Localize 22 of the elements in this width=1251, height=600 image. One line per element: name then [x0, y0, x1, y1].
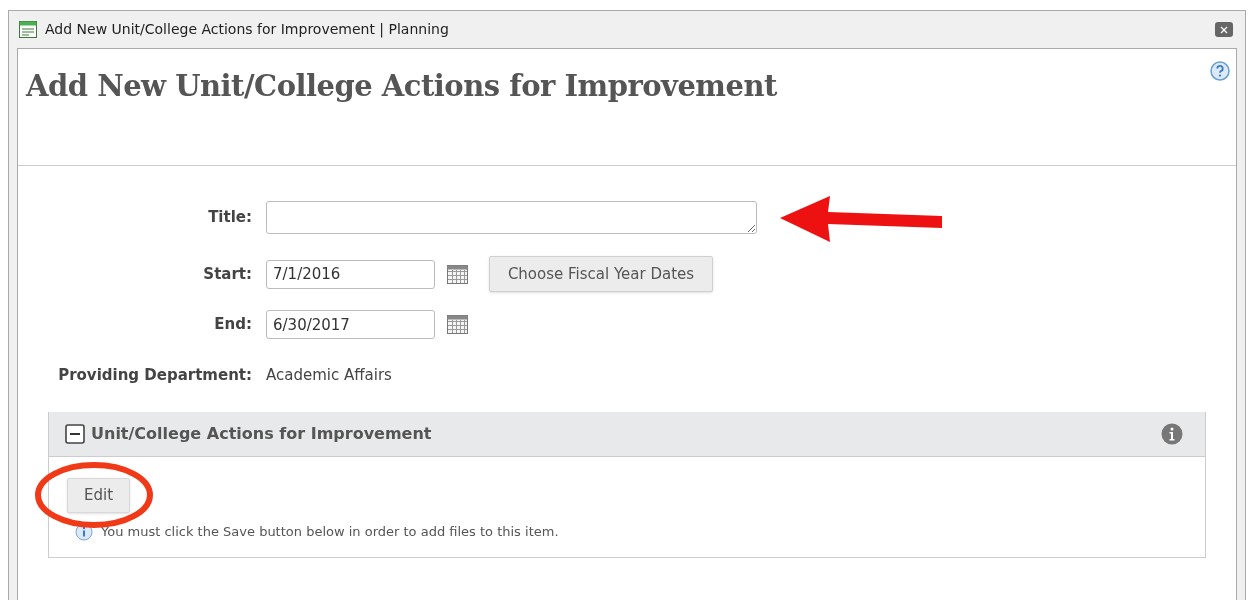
calendar-icon[interactable]: [447, 264, 468, 284]
edit-button[interactable]: Edit: [67, 478, 130, 513]
field-label: Title:: [207, 207, 253, 229]
field-label: End:: [213, 314, 253, 336]
help-icon[interactable]: [1210, 61, 1230, 81]
fiscal-year-button[interactable]: Choose Fiscal Year Dates: [489, 256, 713, 292]
window-icon: [19, 21, 37, 38]
field-label: Start:: [202, 263, 253, 285]
close-button[interactable]: [1215, 22, 1233, 37]
start-date-field[interactable]: 7/1/2016: [266, 259, 435, 289]
department-value: Academic Affairs: [266, 364, 392, 386]
title-field[interactable]: [266, 201, 757, 234]
collapse-icon[interactable]: [65, 424, 85, 444]
save-note: You must click the Save button below in order to add files to this item.: [101, 523, 559, 541]
field-label: Providing Department:: [57, 364, 253, 386]
section-title: Unit/College Actions for Improvement: [91, 423, 432, 445]
close-icon: [1220, 25, 1228, 34]
calendar-icon[interactable]: [447, 315, 468, 334]
end-date-field[interactable]: 6/30/2017: [266, 310, 435, 339]
info-icon[interactable]: [1161, 423, 1183, 445]
page-heading: Add New Unit/College Actions for Improvement: [26, 68, 777, 105]
window-title: Add New Unit/College Actions for Improvement | Planning: [45, 20, 449, 40]
